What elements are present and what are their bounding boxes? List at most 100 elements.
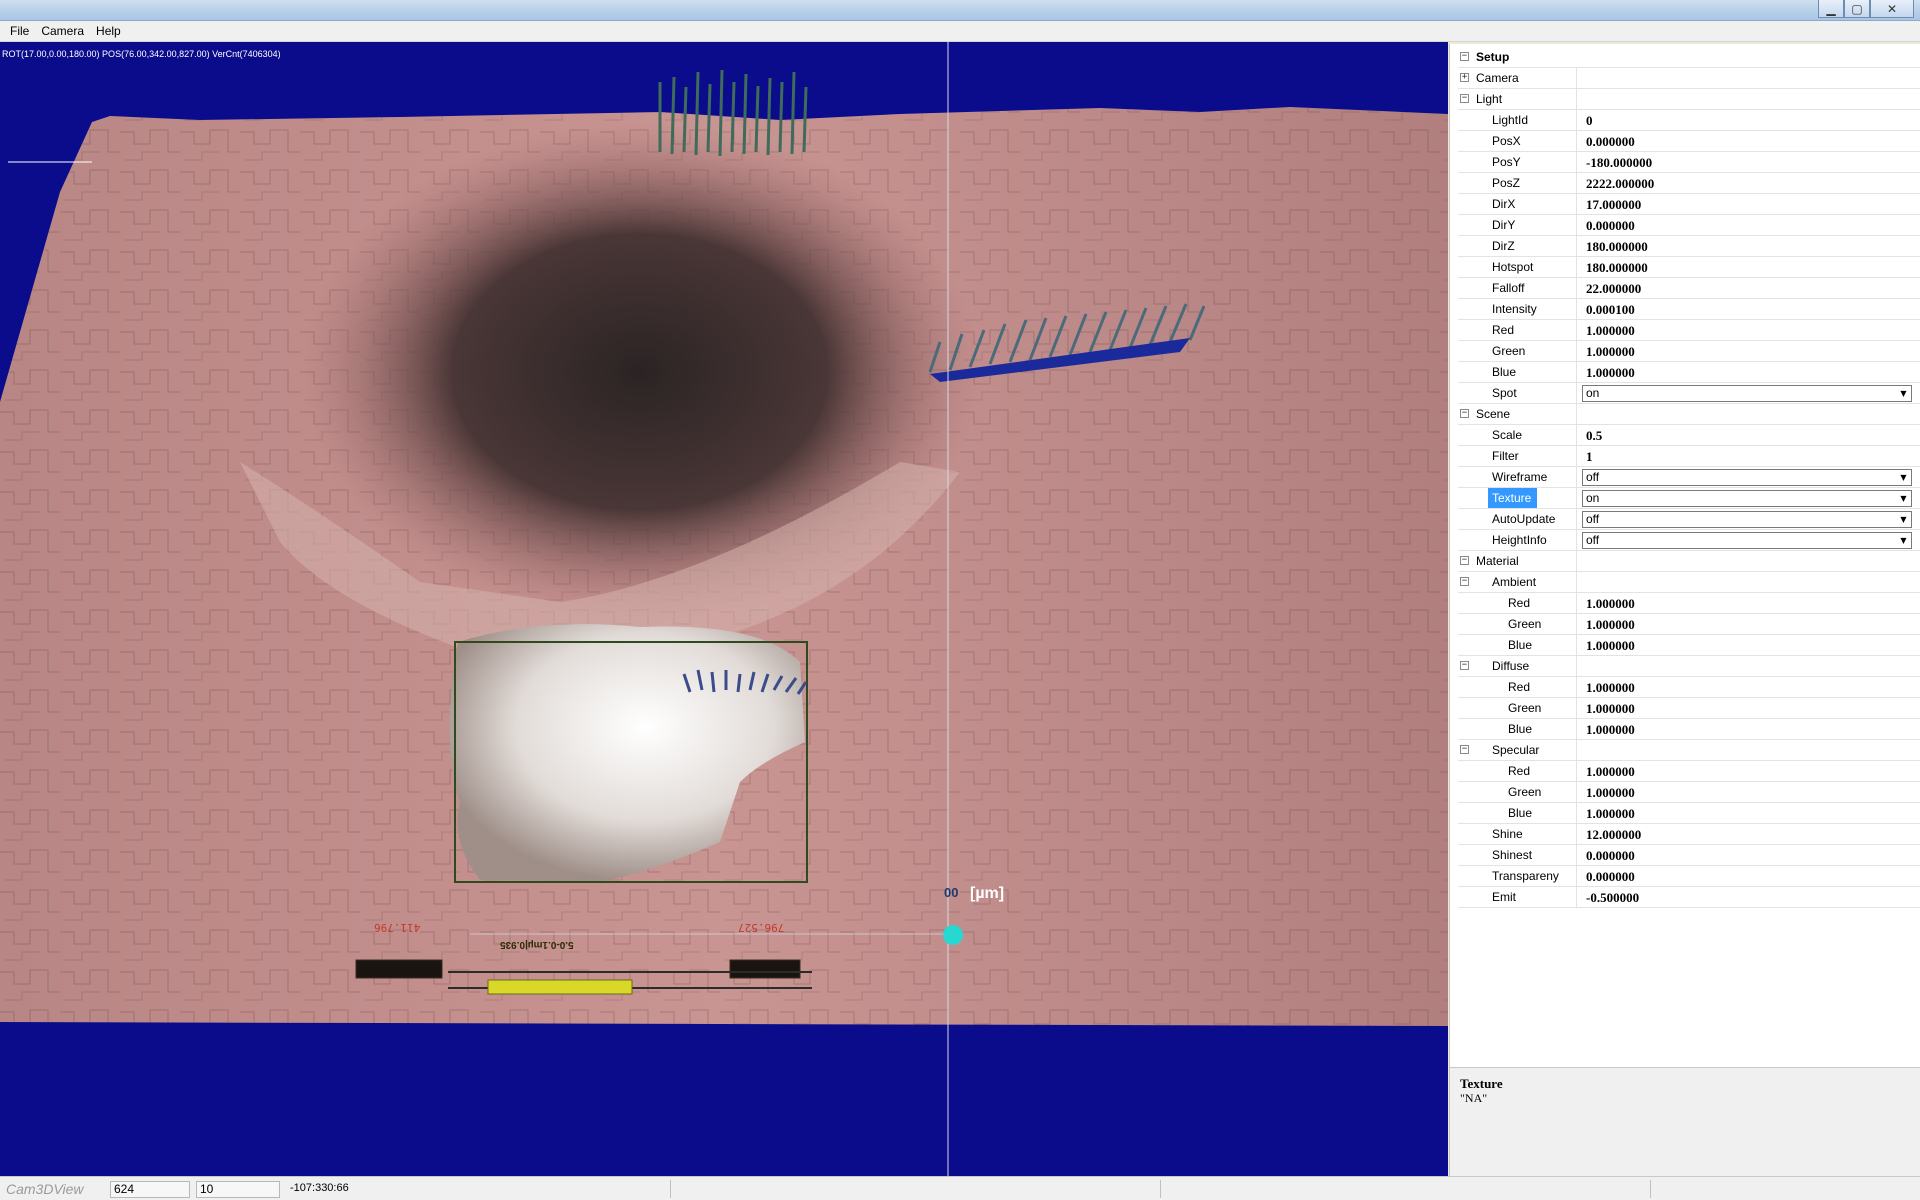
autoupdate-select[interactable]: off ▼ xyxy=(1582,511,1912,528)
prop-value[interactable]: 1.000000 xyxy=(1586,677,1635,698)
prop-diffuse-blue[interactable]: Blue 1.000000 xyxy=(1458,719,1920,740)
camera-hud: ROT(17.00,0.00,180.00) POS(76.00,342.00,… xyxy=(2,49,281,59)
collapse-icon[interactable]: − xyxy=(1460,661,1469,670)
terrain-render[interactable] xyxy=(0,42,1448,1176)
expand-icon[interactable]: + xyxy=(1460,73,1469,82)
group-specular[interactable]: − Specular xyxy=(1458,740,1920,761)
collapse-icon[interactable]: − xyxy=(1460,556,1469,565)
prop-posx[interactable]: PosX 0.000000 xyxy=(1458,131,1920,152)
status-separator xyxy=(670,1180,671,1198)
prop-value[interactable]: 180.000000 xyxy=(1586,257,1648,278)
prop-value[interactable]: 0 xyxy=(1586,110,1593,131)
texture-select[interactable]: on ▼ xyxy=(1582,490,1912,507)
prop-autoupdate[interactable]: AutoUpdate off ▼ xyxy=(1458,509,1920,530)
group-light[interactable]: − Light xyxy=(1458,89,1920,110)
prop-spot[interactable]: Spot on ▼ xyxy=(1458,383,1920,404)
dropdown-arrow-icon[interactable]: ▼ xyxy=(1896,386,1911,401)
prop-ambient-red[interactable]: Red 1.000000 xyxy=(1458,593,1920,614)
dropdown-arrow-icon[interactable]: ▼ xyxy=(1896,533,1911,548)
prop-value[interactable]: 1.000000 xyxy=(1586,593,1635,614)
prop-shinest[interactable]: Shinest 0.000000 xyxy=(1458,845,1920,866)
prop-value[interactable]: 1.000000 xyxy=(1586,782,1635,803)
group-diffuse[interactable]: − Diffuse xyxy=(1458,656,1920,677)
close-icon[interactable]: ✕ xyxy=(1870,0,1914,18)
3d-viewport[interactable]: ROT(17.00,0.00,180.00) POS(76.00,342.00,… xyxy=(0,42,1448,1176)
prop-posy[interactable]: PosY -180.000000 xyxy=(1458,152,1920,173)
menu-file[interactable]: File xyxy=(4,21,35,41)
prop-heightinfo[interactable]: HeightInfo off ▼ xyxy=(1458,530,1920,551)
prop-value[interactable]: 0.5 xyxy=(1586,425,1602,446)
prop-value[interactable]: 1.000000 xyxy=(1586,803,1635,824)
prop-value[interactable]: 0.000000 xyxy=(1586,215,1635,236)
prop-intensity[interactable]: Intensity 0.000100 xyxy=(1458,299,1920,320)
prop-value[interactable]: 0.000100 xyxy=(1586,299,1635,320)
menu-camera[interactable]: Camera xyxy=(35,21,90,41)
prop-scale[interactable]: Scale 0.5 xyxy=(1458,425,1920,446)
prop-value[interactable]: 0.000000 xyxy=(1586,131,1635,152)
prop-falloff[interactable]: Falloff 22.000000 xyxy=(1458,278,1920,299)
prop-light-green[interactable]: Green 1.000000 xyxy=(1458,341,1920,362)
prop-value[interactable]: 180.000000 xyxy=(1586,236,1648,257)
prop-shine[interactable]: Shine 12.000000 xyxy=(1458,824,1920,845)
prop-value[interactable]: 1.000000 xyxy=(1586,614,1635,635)
menu-help[interactable]: Help xyxy=(90,21,127,41)
prop-value[interactable]: 1.000000 xyxy=(1586,341,1635,362)
prop-ambient-green[interactable]: Green 1.000000 xyxy=(1458,614,1920,635)
dropdown-arrow-icon[interactable]: ▼ xyxy=(1896,470,1911,485)
prop-filter[interactable]: Filter 1 xyxy=(1458,446,1920,467)
prop-specular-green[interactable]: Green 1.000000 xyxy=(1458,782,1920,803)
prop-value[interactable]: -180.000000 xyxy=(1586,152,1652,173)
prop-diffuse-green[interactable]: Green 1.000000 xyxy=(1458,698,1920,719)
prop-light-red[interactable]: Red 1.000000 xyxy=(1458,320,1920,341)
prop-specular-red[interactable]: Red 1.000000 xyxy=(1458,761,1920,782)
prop-hotspot[interactable]: Hotspot 180.000000 xyxy=(1458,257,1920,278)
prop-diry[interactable]: DirY 0.000000 xyxy=(1458,215,1920,236)
prop-value[interactable]: 12.000000 xyxy=(1586,824,1641,845)
prop-value[interactable]: 1.000000 xyxy=(1586,761,1635,782)
dropdown-arrow-icon[interactable]: ▼ xyxy=(1896,491,1911,506)
crosshair-marker[interactable] xyxy=(943,925,963,945)
prop-wireframe[interactable]: Wireframe off ▼ xyxy=(1458,467,1920,488)
prop-emit[interactable]: Emit -0.500000 xyxy=(1458,887,1920,908)
prop-posz[interactable]: PosZ 2222.000000 xyxy=(1458,173,1920,194)
collapse-icon[interactable]: − xyxy=(1460,94,1469,103)
prop-value[interactable]: -0.500000 xyxy=(1586,887,1639,908)
prop-lightid[interactable]: LightId 0 xyxy=(1458,110,1920,131)
collapse-icon[interactable]: − xyxy=(1460,577,1469,586)
minimize-icon[interactable]: ▁ xyxy=(1818,0,1844,18)
prop-name: Shine xyxy=(1492,827,1523,841)
prop-dirx[interactable]: DirX 17.000000 xyxy=(1458,194,1920,215)
prop-value[interactable]: 0.000000 xyxy=(1586,845,1635,866)
spot-select[interactable]: on ▼ xyxy=(1582,385,1912,402)
collapse-icon[interactable]: − xyxy=(1460,409,1469,418)
prop-transpareny[interactable]: Transpareny 0.000000 xyxy=(1458,866,1920,887)
collapse-icon[interactable]: − xyxy=(1460,745,1469,754)
description-title: Texture xyxy=(1460,1076,1503,1091)
prop-value[interactable]: 1 xyxy=(1586,446,1593,467)
prop-specular-blue[interactable]: Blue 1.000000 xyxy=(1458,803,1920,824)
group-camera[interactable]: + Camera xyxy=(1458,68,1920,89)
heightinfo-select[interactable]: off ▼ xyxy=(1582,532,1912,549)
prop-value[interactable]: 17.000000 xyxy=(1586,194,1641,215)
prop-diffuse-red[interactable]: Red 1.000000 xyxy=(1458,677,1920,698)
prop-value[interactable]: 0.000000 xyxy=(1586,866,1635,887)
prop-value[interactable]: 1.000000 xyxy=(1586,362,1635,383)
dropdown-arrow-icon[interactable]: ▼ xyxy=(1896,512,1911,527)
prop-dirz[interactable]: DirZ 180.000000 xyxy=(1458,236,1920,257)
prop-ambient-blue[interactable]: Blue 1.000000 xyxy=(1458,635,1920,656)
wireframe-select[interactable]: off ▼ xyxy=(1582,469,1912,486)
prop-value[interactable]: 1.000000 xyxy=(1586,635,1635,656)
prop-value[interactable]: 1.000000 xyxy=(1586,698,1635,719)
prop-texture[interactable]: Texture on ▼ xyxy=(1458,488,1920,509)
maximize-icon[interactable]: ▢ xyxy=(1844,0,1870,18)
prop-value[interactable]: 22.000000 xyxy=(1586,278,1641,299)
prop-value[interactable]: 2222.000000 xyxy=(1586,173,1654,194)
group-setup[interactable]: − Setup xyxy=(1458,47,1920,68)
prop-value[interactable]: 1.000000 xyxy=(1586,320,1635,341)
group-material[interactable]: − Material xyxy=(1458,551,1920,572)
prop-light-blue[interactable]: Blue 1.000000 xyxy=(1458,362,1920,383)
group-scene[interactable]: − Scene xyxy=(1458,404,1920,425)
collapse-icon[interactable]: − xyxy=(1460,52,1469,61)
prop-value[interactable]: 1.000000 xyxy=(1586,719,1635,740)
group-ambient[interactable]: − Ambient xyxy=(1458,572,1920,593)
